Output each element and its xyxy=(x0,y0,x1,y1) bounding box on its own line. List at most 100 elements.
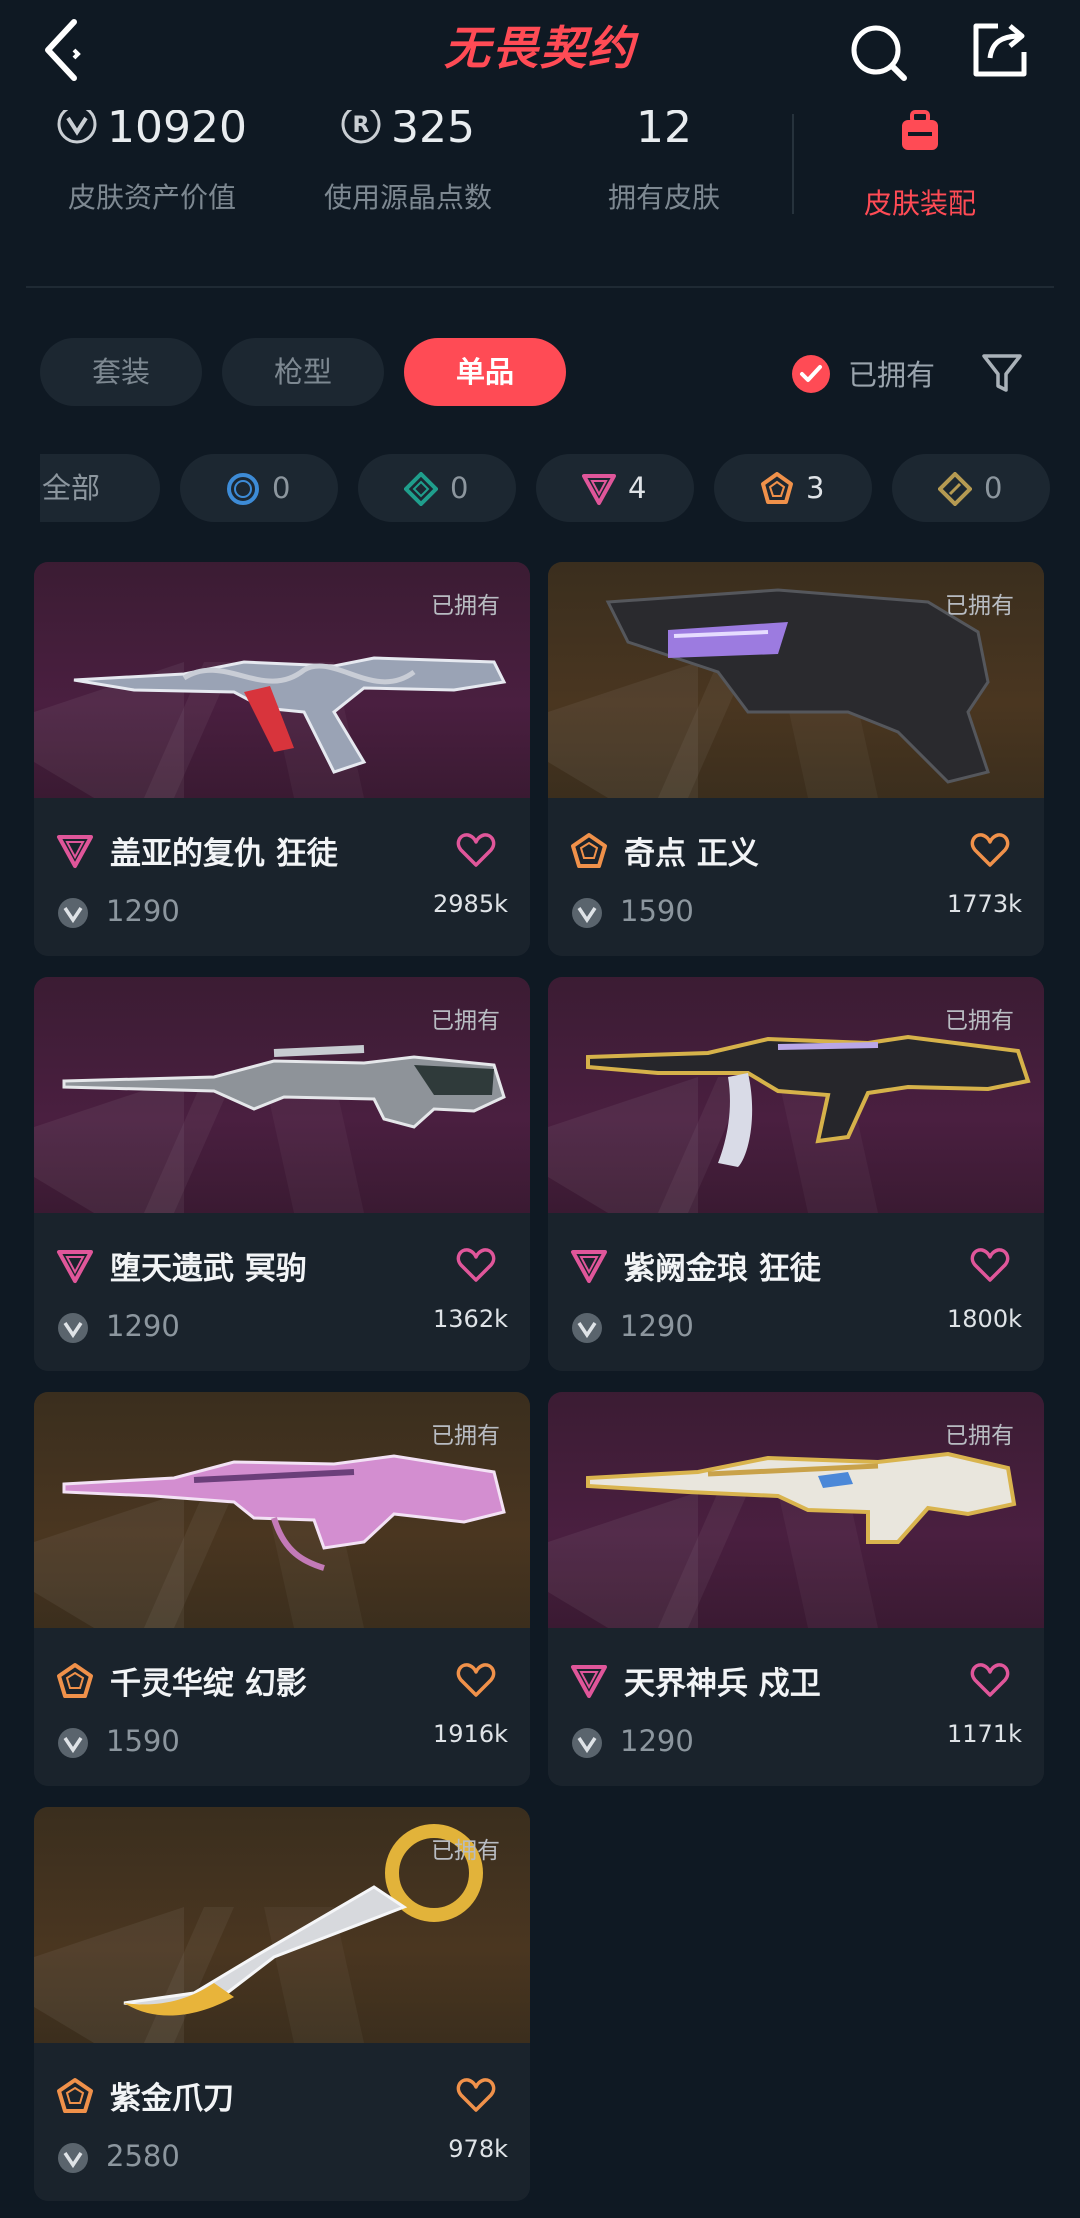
owned-tag: 已拥有 xyxy=(945,593,1014,619)
vp-icon xyxy=(58,1313,88,1343)
select-tier-icon xyxy=(227,473,259,505)
heart-icon[interactable] xyxy=(970,1247,1010,1283)
rarity-count: 3 xyxy=(806,471,825,505)
skin-image: 已拥有 xyxy=(548,1392,1044,1628)
owned-tag: 已拥有 xyxy=(431,1423,500,1449)
skin-loadout-label: 皮肤装配 xyxy=(863,187,976,220)
owned-filter-label[interactable]: 已拥有 xyxy=(848,352,935,394)
rarity-filter-select[interactable]: 0 xyxy=(180,454,338,522)
heart-icon[interactable] xyxy=(970,832,1010,868)
rarity-filter-label: 全部 xyxy=(42,471,101,505)
premium-tier-icon xyxy=(571,1250,607,1283)
skin-price: 1290 xyxy=(620,1724,694,1758)
search-icon xyxy=(851,25,907,81)
heart-icon[interactable] xyxy=(456,2077,496,2113)
premium-tier-icon xyxy=(57,835,93,868)
backpack-icon xyxy=(902,104,978,150)
vp-icon xyxy=(572,1313,602,1343)
skin-price: 1290 xyxy=(620,1309,694,1343)
skin-name: 紫金爪刀 xyxy=(110,2081,234,2117)
check-icon xyxy=(800,365,822,382)
owned-tag: 已拥有 xyxy=(431,1838,500,1864)
back-button[interactable] xyxy=(38,14,98,86)
skin-card[interactable]: 已拥有堕天遗武 冥驹 1290 1362k xyxy=(34,977,530,1371)
heart-icon[interactable] xyxy=(456,1662,496,1698)
skin-card[interactable]: 已拥有奇点 正义 1590 1773k xyxy=(548,562,1044,956)
owned-filter-checkbox[interactable] xyxy=(792,355,830,393)
rarity-filter-ultra[interactable]: 0 xyxy=(892,454,1050,522)
ultra-tier-icon xyxy=(938,472,972,506)
rarity-filter-premium[interactable]: 4 xyxy=(536,454,694,522)
skin-image: 已拥有 xyxy=(548,977,1044,1213)
rarity-filter-deluxe[interactable]: 0 xyxy=(358,454,516,522)
filter-funnel-icon xyxy=(982,354,1022,392)
asset-stats: 10920 皮肤资产价值 R 325 使用源晶点数 12 拥有皮肤 皮肤装配 xyxy=(0,100,1080,260)
like-count: 978k xyxy=(448,2135,508,2163)
share-icon xyxy=(973,23,1027,77)
skin-price: 1590 xyxy=(106,1724,180,1758)
skin-info: 盖亚的复仇 狂徒 1290 2985k xyxy=(34,798,530,956)
tab-single-item[interactable]: 单品 xyxy=(404,338,566,406)
exclusive-tier-icon xyxy=(57,1663,93,1698)
like-count: 1773k xyxy=(947,890,1022,918)
skin-card[interactable]: 已拥有 天界神兵 戍卫 1290 1171k xyxy=(548,1392,1044,1786)
skin-info: 奇点 正义 1590 1773k xyxy=(548,798,1044,956)
skin-image: 已拥有 xyxy=(34,562,530,798)
heart-icon[interactable] xyxy=(456,1247,496,1283)
tab-weapon-type[interactable]: 枪型 xyxy=(222,338,384,406)
premium-tier-icon xyxy=(571,1665,607,1698)
rarity-filter-all[interactable]: 全部 xyxy=(40,454,160,522)
skin-info: 千灵华绽 幻影 1590 1916k xyxy=(34,1628,530,1786)
search-button[interactable] xyxy=(848,20,912,84)
heart-icon[interactable] xyxy=(456,832,496,868)
app-logo: 无畏契约 xyxy=(444,21,636,75)
svg-text:R: R xyxy=(353,113,370,138)
skin-card[interactable]: 已拥有紫阙金琅 狂徒 1290 1800k xyxy=(548,977,1044,1371)
skin-info: 堕天遗武 冥驹 1290 1362k xyxy=(34,1213,530,1371)
skin-info: 天界神兵 戍卫 1290 1171k xyxy=(548,1628,1044,1786)
deluxe-tier-icon xyxy=(404,472,438,506)
heart-icon[interactable] xyxy=(970,1662,1010,1698)
vp-icon xyxy=(572,898,602,928)
vp-icon xyxy=(57,104,97,144)
stat-radianite: R 325 使用源晶点数 xyxy=(288,100,528,216)
skin-info: 紫阙金琅 狂徒 1290 1800k xyxy=(548,1213,1044,1371)
radianite-icon: R xyxy=(341,104,381,144)
tab-bundle[interactable]: 套装 xyxy=(40,338,202,406)
vp-icon xyxy=(58,898,88,928)
vp-icon xyxy=(572,1728,602,1758)
skin-price: 1290 xyxy=(106,1309,180,1343)
rarity-count: 0 xyxy=(272,471,291,505)
exclusive-tier-icon xyxy=(57,2078,93,2113)
like-count: 2985k xyxy=(433,890,508,918)
skin-image: 已拥有 xyxy=(34,1392,530,1628)
skin-name: 紫阙金琅 狂徒 xyxy=(624,1251,821,1287)
skin-name: 奇点 正义 xyxy=(624,836,759,872)
stat-label: 皮肤资产价值 xyxy=(67,181,236,214)
skin-image: 已拥有 xyxy=(548,562,1044,798)
premium-tier-icon xyxy=(582,474,616,505)
stat-owned-count: 12 拥有皮肤 xyxy=(544,100,784,216)
share-button[interactable] xyxy=(968,18,1032,82)
skin-price: 2580 xyxy=(106,2139,180,2173)
rarity-filter-row: 全部 0 0 4 3 0 xyxy=(40,454,1050,524)
exclusive-tier-icon xyxy=(571,833,607,868)
rarity-count: 4 xyxy=(628,471,647,505)
skin-card[interactable]: 已拥有盖亚的复仇 狂徒 1290 2985k xyxy=(34,562,530,956)
like-count: 1800k xyxy=(947,1305,1022,1333)
rarity-count: 0 xyxy=(984,471,1003,505)
owned-tag: 已拥有 xyxy=(431,593,500,619)
stat-label: 拥有皮肤 xyxy=(607,181,720,214)
owned-tag: 已拥有 xyxy=(431,1008,500,1034)
skin-price: 1290 xyxy=(106,894,180,928)
skin-name: 盖亚的复仇 狂徒 xyxy=(110,836,338,872)
rarity-count: 0 xyxy=(450,471,469,505)
skin-loadout-button[interactable]: 皮肤装配 xyxy=(810,100,1030,222)
rarity-filter-exclusive[interactable]: 3 xyxy=(714,454,872,522)
skin-image: 已拥有 xyxy=(34,977,530,1213)
skin-card[interactable]: 已拥有千灵华绽 幻影 1590 1916k xyxy=(34,1392,530,1786)
skin-info: 紫金爪刀 2580 978k xyxy=(34,2043,530,2201)
skin-card[interactable]: 已拥有紫金爪刀 2580 978k xyxy=(34,1807,530,2201)
skin-name: 天界神兵 戍卫 xyxy=(624,1666,821,1702)
filter-button[interactable] xyxy=(980,348,1024,396)
